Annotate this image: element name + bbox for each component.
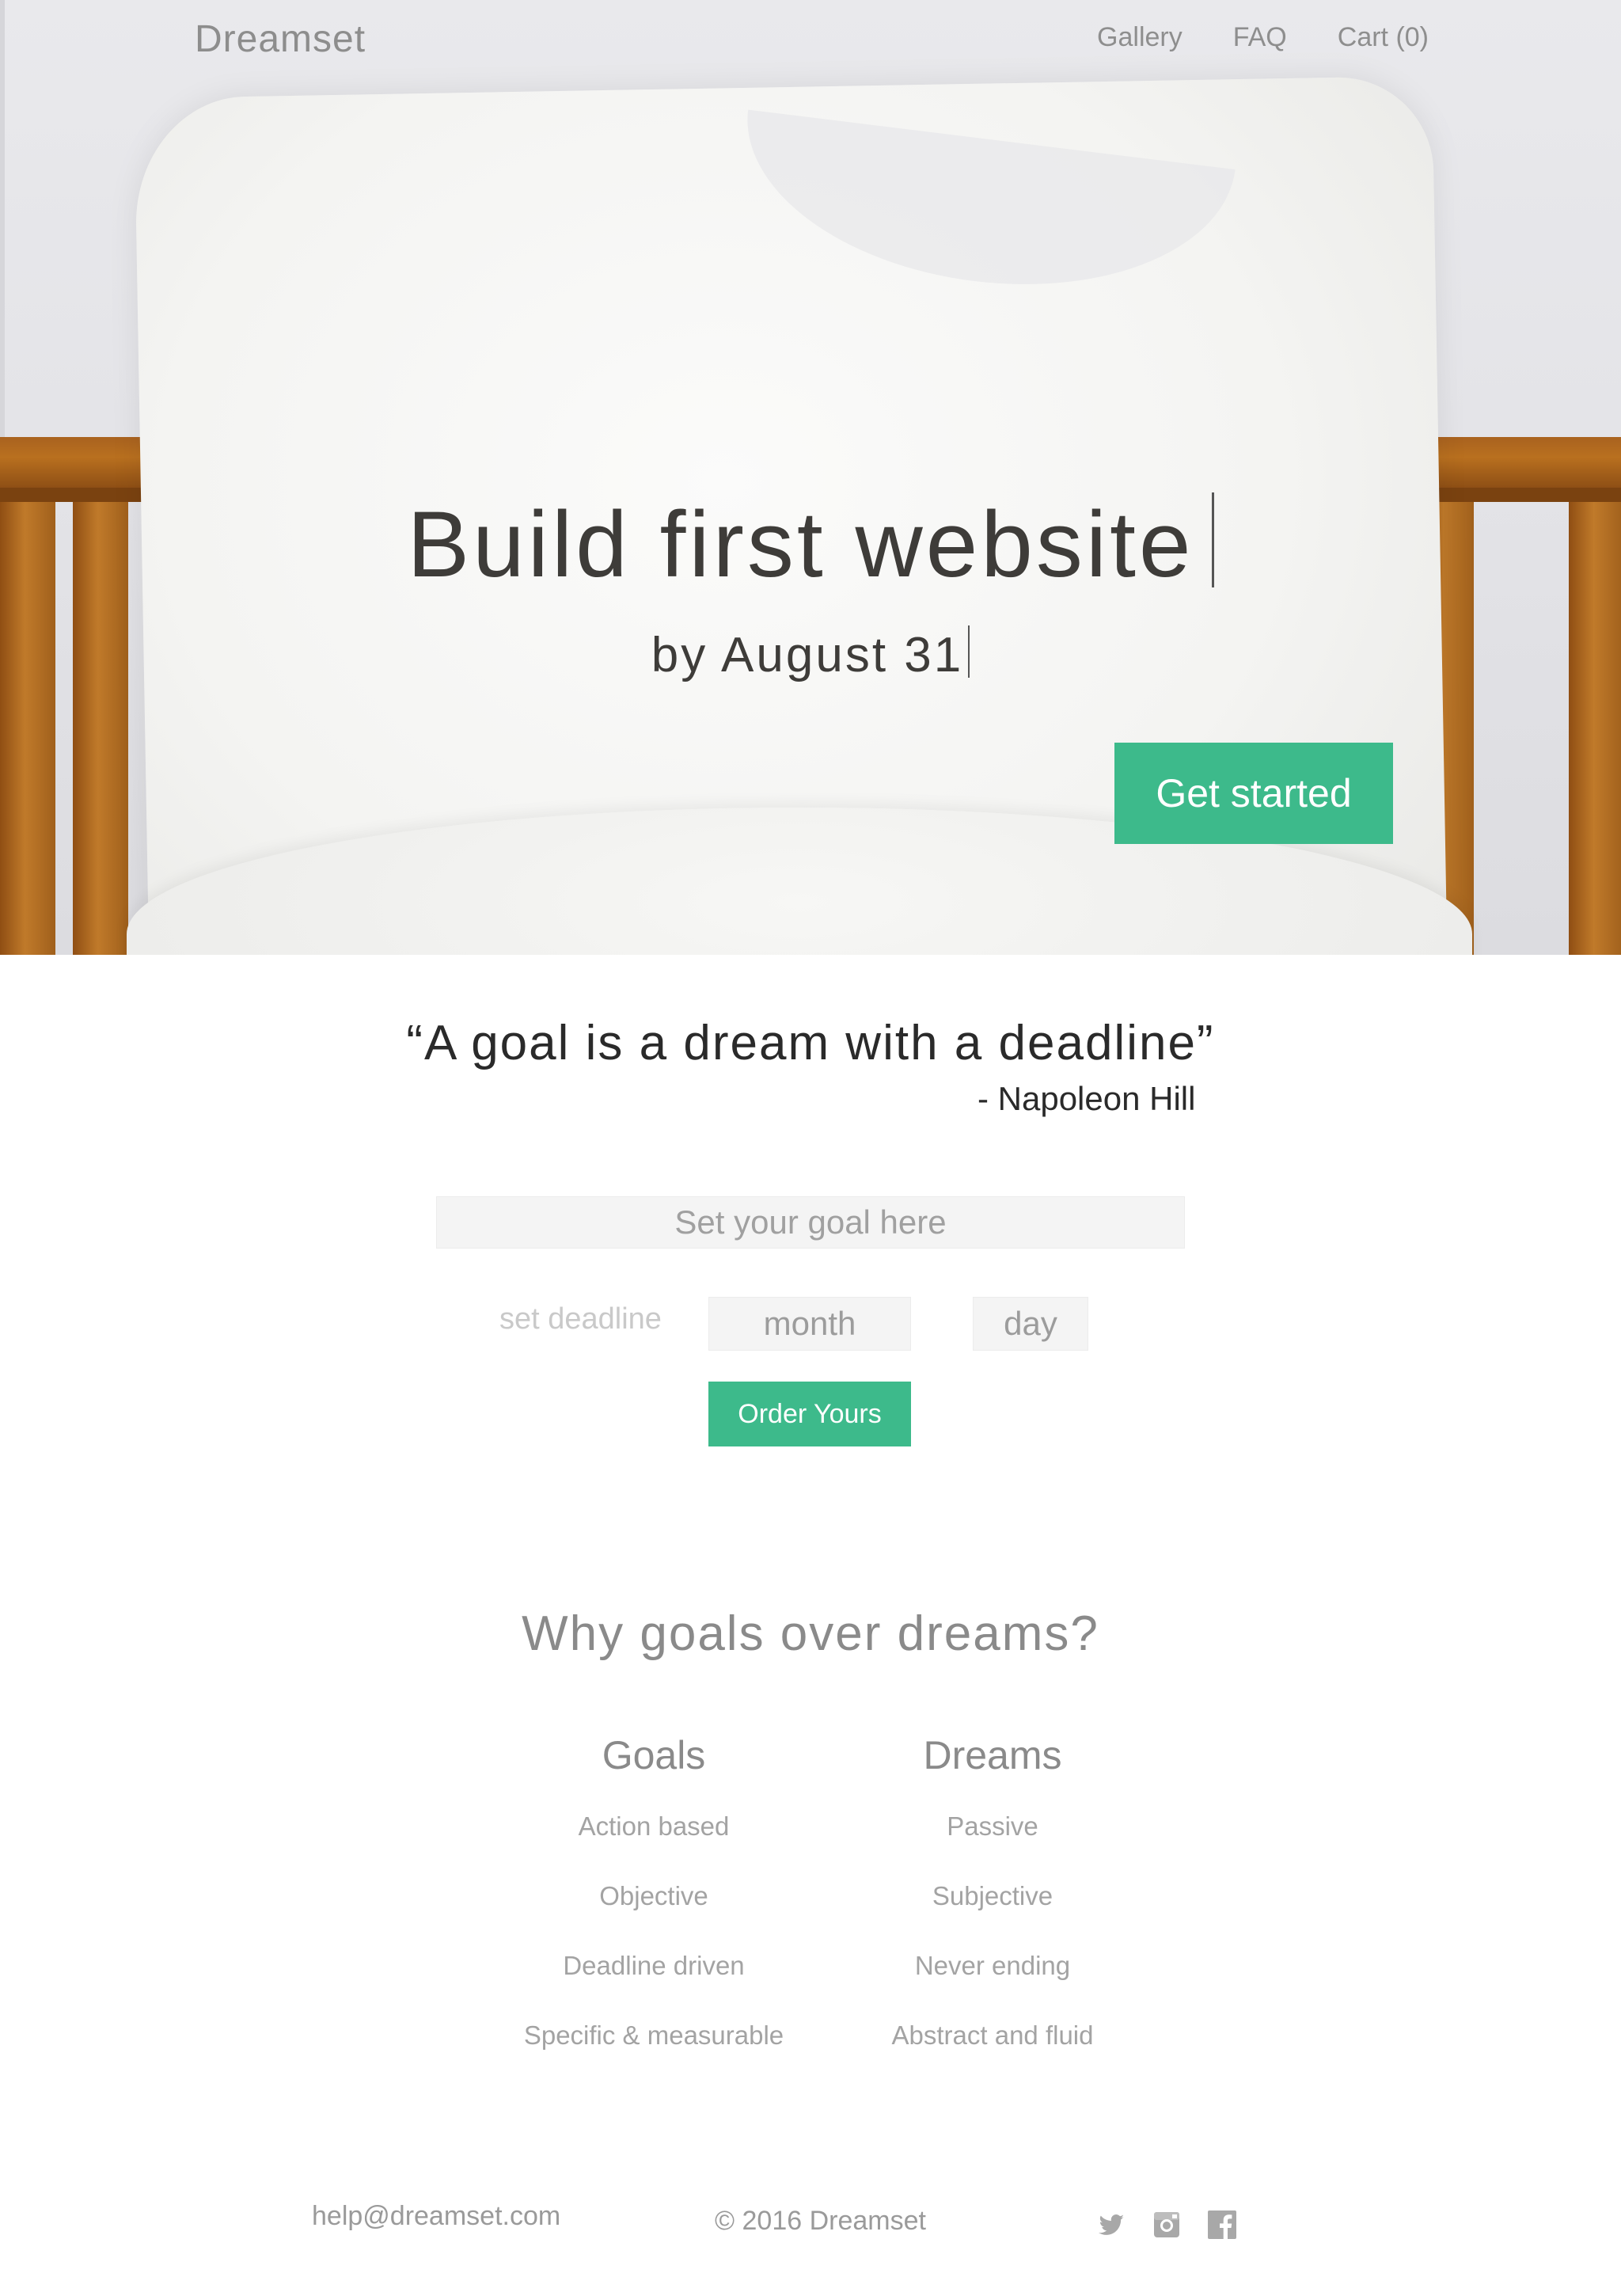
get-started-button[interactable]: Get started bbox=[1114, 743, 1393, 844]
goals-heading: Goals bbox=[602, 1733, 706, 1777]
hero-section: Dreamset Gallery FAQ Cart (0) Build firs… bbox=[0, 0, 1621, 955]
hero-subtitle-text: by August 31 bbox=[651, 628, 964, 682]
text-caret bbox=[1211, 492, 1214, 587]
nav-gallery[interactable]: Gallery bbox=[1097, 22, 1183, 53]
quote-author: - Napoleon Hill bbox=[978, 1080, 1196, 1117]
dreams-item: Never ending bbox=[914, 1951, 1071, 1980]
dreams-heading: Dreams bbox=[923, 1733, 1062, 1777]
hero-title-text: Build first website bbox=[407, 492, 1194, 597]
footer-email-link[interactable]: help@dreamset.com bbox=[312, 2201, 560, 2232]
dreams-column: Dreams Passive Subjective Never ending A… bbox=[826, 1732, 1159, 2087]
twitter-icon[interactable] bbox=[1095, 2209, 1127, 2241]
quote-text: “A goal is a dream with a deadline” bbox=[406, 1016, 1215, 1070]
dreams-item: Passive bbox=[947, 1811, 1038, 1841]
social-links bbox=[1095, 2209, 1238, 2241]
hero-subtitle: by August 31 bbox=[0, 625, 1621, 683]
footer-copyright: © 2016 Dreamset bbox=[715, 2206, 926, 2236]
dreams-item: Abstract and fluid bbox=[891, 2020, 1094, 2050]
goals-item: Specific & measurable bbox=[523, 2020, 784, 2050]
goals-item: Deadline driven bbox=[563, 1951, 745, 1980]
deadline-label: set deadline bbox=[499, 1302, 662, 1336]
facebook-icon[interactable] bbox=[1206, 2209, 1238, 2241]
dreams-item: Subjective bbox=[932, 1881, 1053, 1910]
why-title: Why goals over dreams? bbox=[522, 1606, 1099, 1661]
day-input[interactable] bbox=[973, 1297, 1088, 1351]
instagram-icon[interactable] bbox=[1151, 2209, 1183, 2241]
goals-item: Action based bbox=[578, 1811, 730, 1841]
main-nav: Gallery FAQ Cart (0) bbox=[1097, 22, 1429, 53]
goals-item: Objective bbox=[599, 1881, 708, 1910]
pillow-dip bbox=[731, 109, 1236, 311]
goals-column: Goals Action based Objective Deadline dr… bbox=[488, 1732, 820, 2087]
order-yours-button[interactable]: Order Yours bbox=[708, 1382, 911, 1446]
brand-logo[interactable]: Dreamset bbox=[195, 17, 366, 61]
goal-input[interactable] bbox=[436, 1196, 1185, 1249]
month-input[interactable] bbox=[708, 1297, 911, 1351]
nav-cart[interactable]: Cart (0) bbox=[1338, 22, 1429, 53]
hero-title: Build first website bbox=[0, 491, 1621, 599]
text-caret bbox=[968, 625, 970, 678]
nav-faq[interactable]: FAQ bbox=[1233, 22, 1287, 53]
